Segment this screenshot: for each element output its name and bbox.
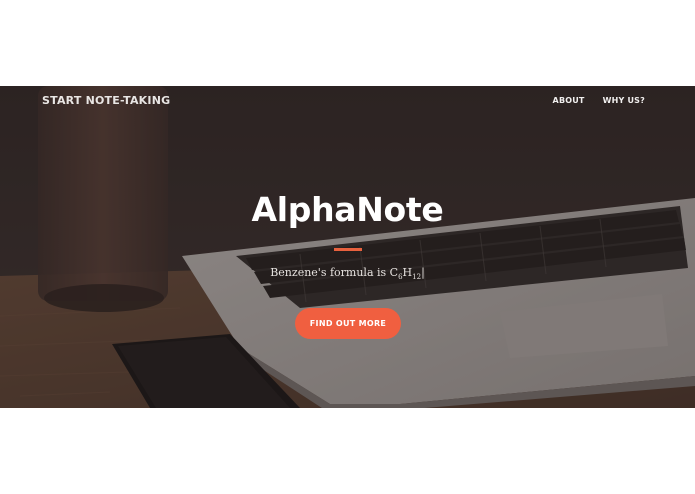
- navbar: START NOTE-TAKING ABOUT WHY US?: [0, 86, 695, 116]
- nav-link-why-us[interactable]: WHY US?: [603, 96, 645, 105]
- subscript-12: 12: [412, 273, 422, 282]
- hero-title: AlphaNote: [251, 190, 444, 229]
- hero-overlay: [0, 86, 695, 408]
- hero-section: START NOTE-TAKING ABOUT WHY US? AlphaNot…: [0, 86, 695, 408]
- typing-cursor: |: [421, 266, 425, 279]
- brand-link[interactable]: START NOTE-TAKING: [42, 94, 170, 107]
- title-divider: [334, 248, 362, 251]
- nav-link-about[interactable]: ABOUT: [553, 96, 585, 105]
- subtitle-text: Benzene's formula is C: [270, 266, 399, 279]
- hero-subtitle: Benzene's formula is C6H12|: [0, 266, 695, 281]
- find-out-more-button[interactable]: FIND OUT MORE: [295, 308, 401, 339]
- nav-links: ABOUT WHY US?: [553, 96, 645, 105]
- subtitle-h: H: [402, 266, 413, 279]
